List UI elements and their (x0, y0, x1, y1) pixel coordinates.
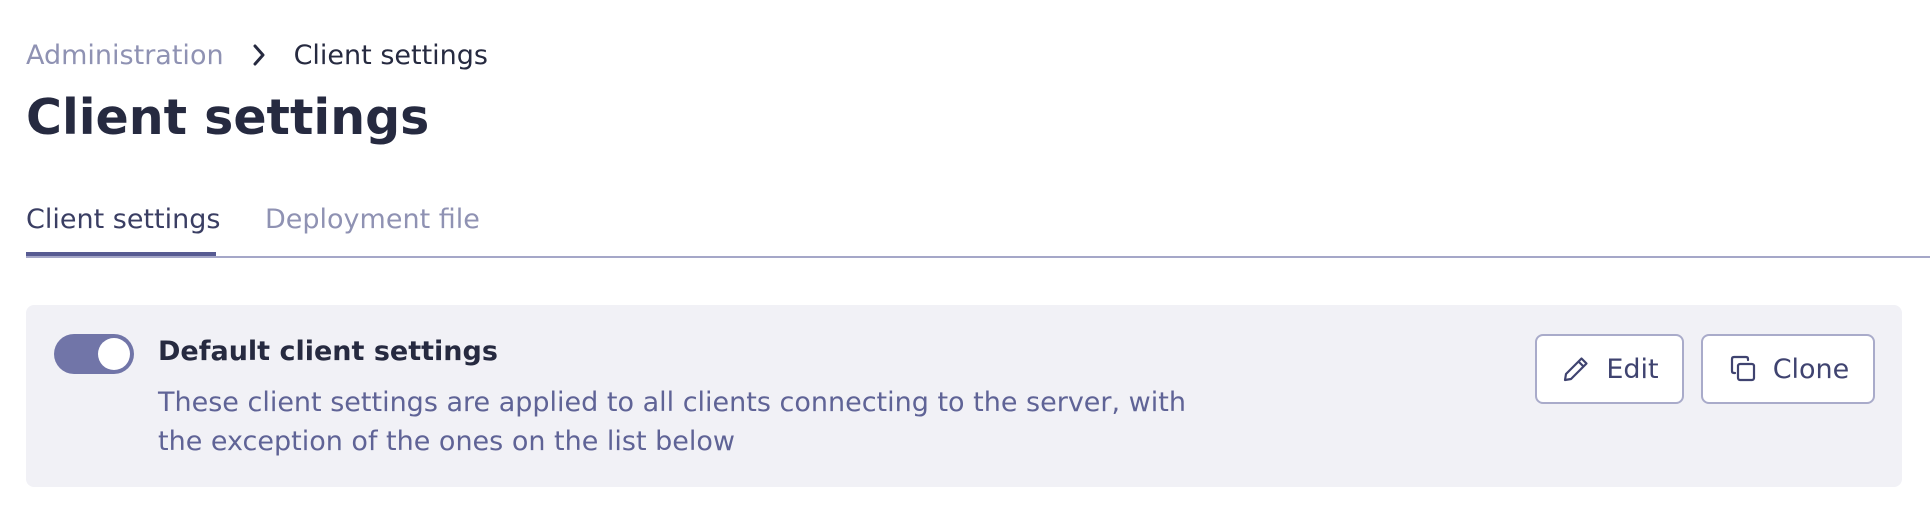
card-title: Default client settings (158, 336, 498, 367)
tab-client-settings[interactable]: Client settings (26, 196, 220, 256)
clone-button-label: Clone (1772, 353, 1850, 385)
card-description: These client settings are applied to all… (158, 387, 1186, 457)
breadcrumb: Administration Client settings (26, 38, 488, 72)
chevron-right-icon (224, 38, 294, 72)
breadcrumb-current: Client settings (293, 39, 488, 71)
tab-deployment-file[interactable]: Deployment file (265, 196, 480, 256)
breadcrumb-administration-link[interactable]: Administration (26, 40, 224, 71)
page-title: Client settings (26, 89, 430, 146)
pencil-icon (1560, 353, 1592, 385)
edit-button-label: Edit (1606, 353, 1659, 385)
tab-bar: Client settings Deployment file (26, 196, 1930, 258)
toggle-knob (98, 338, 130, 370)
clone-button[interactable]: Clone (1701, 334, 1875, 404)
edit-button[interactable]: Edit (1535, 334, 1684, 404)
default-settings-toggle[interactable] (54, 334, 134, 374)
default-client-settings-card: Default client settings These client set… (26, 305, 1902, 487)
client-settings-page: Administration Client settings Client se… (0, 0, 1930, 510)
copy-icon (1727, 353, 1759, 385)
